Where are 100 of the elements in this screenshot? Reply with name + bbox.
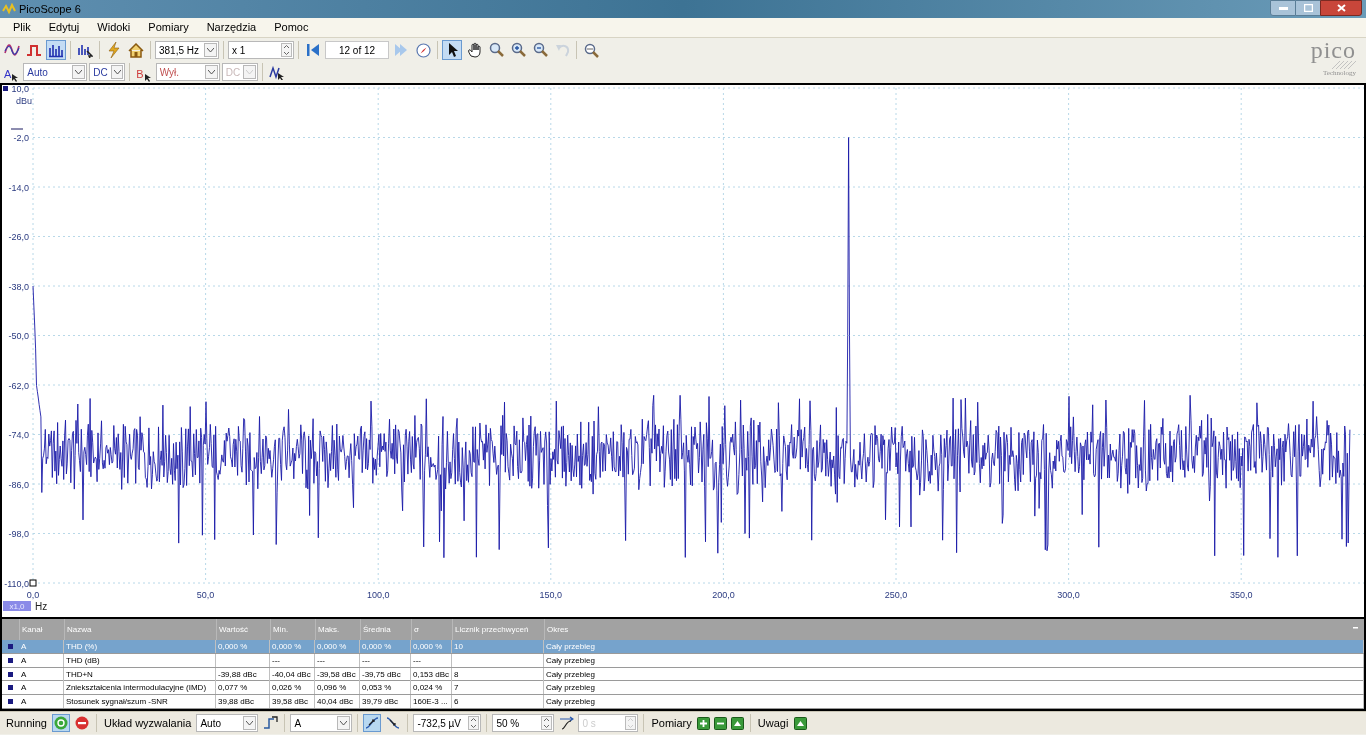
table-cell: 0,000 % xyxy=(362,642,392,651)
y-axis-label: -26,0 xyxy=(8,232,29,242)
spin-arrows-icon xyxy=(625,716,637,730)
range-dropdown[interactable]: Auto xyxy=(23,63,88,81)
dropdown-caret-icon xyxy=(75,70,83,74)
minus-icon xyxy=(714,716,728,730)
x-axis-label: 50,0 xyxy=(196,590,215,600)
table-cell: -39,88 dBc xyxy=(218,669,257,679)
x-axis-label: 0,0 xyxy=(26,590,40,600)
zoom-out-icon xyxy=(532,42,548,58)
rising-edge-button[interactable] xyxy=(363,714,382,732)
mouse-cursor-icon xyxy=(143,73,152,82)
menu-item[interactable]: Edytuj xyxy=(39,18,89,37)
signal-generator-icon xyxy=(268,64,285,80)
table-row[interactable]: A Stosunek sygnał/szum -SNR 39,88 dBc 39,58 dBc 40,04 dBc 39,79 dBc 160E-3 ... 6 Cały przebieg xyxy=(2,695,1364,709)
menu-item[interactable]: Plik xyxy=(4,18,40,37)
table-cell: Cały przebieg xyxy=(546,697,595,707)
falling-edge-icon xyxy=(386,716,401,730)
plus-icon xyxy=(697,716,711,730)
home-button[interactable] xyxy=(126,40,146,60)
menu-item[interactable]: Widoki xyxy=(88,18,140,37)
restore-button[interactable] xyxy=(1296,0,1320,16)
table-cell: 0,000 % xyxy=(317,642,347,651)
forward-icon xyxy=(394,43,408,57)
table-cell: 160E-3 ... xyxy=(413,697,448,707)
add-measurement-button[interactable] xyxy=(696,716,711,730)
compass-icon xyxy=(415,42,431,58)
x-axis-label: 350,0 xyxy=(1229,590,1253,600)
table-cell: -39,75 dBc xyxy=(362,669,401,679)
buffer-position-field[interactable]: 12 of 12 xyxy=(325,41,389,59)
x-axis-label: 150,0 xyxy=(539,590,563,600)
menu-item[interactable]: Pomiary xyxy=(139,18,198,37)
close-button[interactable] xyxy=(1320,0,1362,16)
table-cell: 0,000 % xyxy=(413,642,443,651)
coupling-dropdown[interactable]: DC xyxy=(89,63,126,81)
table-cell: 39,58 dBc xyxy=(272,697,309,707)
y-axis-unit: dBu xyxy=(16,96,32,106)
notes-button[interactable] xyxy=(793,716,808,730)
play-icon xyxy=(54,716,68,730)
menu-item[interactable]: Narzędzia xyxy=(197,18,266,37)
edit-measurement-button[interactable] xyxy=(730,716,745,730)
spin-arrows-icon xyxy=(281,43,292,57)
table-cell: --- xyxy=(317,655,325,665)
table-cell: 6 xyxy=(454,697,459,707)
remove-measurement-button[interactable] xyxy=(713,716,728,730)
table-cell: A xyxy=(21,683,27,693)
channel-button[interactable]: A xyxy=(2,62,22,82)
tool-button[interactable] xyxy=(442,40,462,60)
table-cell: THD+N xyxy=(66,669,93,679)
app-icon xyxy=(2,3,16,15)
post-trigger-button[interactable] xyxy=(557,714,576,732)
mouse-cursor-icon xyxy=(11,73,20,82)
table-cell: Zniekształcenia intermodulacyjne (IMD) xyxy=(66,683,207,693)
table-cell: THD (dB) xyxy=(66,655,100,665)
table-cell: Cały przebieg xyxy=(546,669,595,679)
window-title: PicoScope 6 xyxy=(19,1,81,17)
menu-item[interactable]: Pomoc xyxy=(265,18,318,37)
close-icon xyxy=(1336,4,1346,12)
buffer-navigator-button[interactable] xyxy=(413,40,433,60)
table-cell: Cały przebieg xyxy=(546,655,595,665)
y-axis-label: 10,0 xyxy=(11,85,29,94)
y-axis-label: -110,0 xyxy=(4,578,29,589)
y-axis-label: -38,0 xyxy=(8,281,29,292)
table-cell: Cały przebieg xyxy=(546,642,595,651)
start-button[interactable] xyxy=(52,714,70,732)
dropdown-caret-icon xyxy=(207,70,215,74)
pretrigger-spinbox[interactable]: 50 % xyxy=(492,714,555,732)
stop-button[interactable] xyxy=(73,714,91,732)
table-cell: -40,04 dBc xyxy=(272,669,311,679)
y-axis-label: -98,0 xyxy=(8,529,29,539)
threshold-spinbox[interactable]: -732,5 µV xyxy=(413,714,482,732)
range-dropdown[interactable]: Wył. xyxy=(155,63,220,81)
undo-icon xyxy=(554,42,570,58)
hand-icon xyxy=(466,42,482,58)
view-mode-button[interactable] xyxy=(46,40,66,60)
minimize-button[interactable] xyxy=(1270,0,1296,16)
dropdown-caret-icon xyxy=(246,721,254,725)
channel-marker-icon xyxy=(3,86,8,91)
x-axis-label: 100,0 xyxy=(366,590,390,600)
dropdown-caret-icon xyxy=(113,70,121,74)
zoom-factor-spinbox[interactable]: x 1 xyxy=(228,41,294,59)
y-axis-label: -62,0 xyxy=(8,380,29,391)
table-cell: 0,000 % xyxy=(218,642,248,651)
table-cell: 10 xyxy=(454,642,463,651)
table-cell: 0,024 % xyxy=(413,683,443,693)
table-cell: Stosunek sygnał/szum -SNR xyxy=(66,697,168,707)
trigger-icon xyxy=(262,716,278,730)
frequency-dropdown[interactable]: 381,5 Hz xyxy=(155,41,219,59)
trigger-mode-dropdown[interactable]: Auto xyxy=(196,714,259,732)
restore-icon xyxy=(1303,4,1313,12)
trigger-options-button[interactable] xyxy=(261,714,280,732)
rewind-icon xyxy=(306,43,320,57)
x-axis-label: 250,0 xyxy=(884,590,908,600)
zoom-overview-icon xyxy=(583,42,599,58)
table-cell: A xyxy=(21,655,27,665)
table-row[interactable]: A Zniekształcenia intermodulacyjne (IMD) 0,077 % 0,026 % 0,096 % 0,053 % 0,024 % 7 Cały przebieg xyxy=(2,681,1364,696)
trigger-source-dropdown[interactable]: A xyxy=(290,714,353,732)
channel-button[interactable]: B xyxy=(134,62,154,82)
spin-arrows-icon xyxy=(541,716,553,730)
x-axis-label: 200,0 xyxy=(712,590,735,600)
